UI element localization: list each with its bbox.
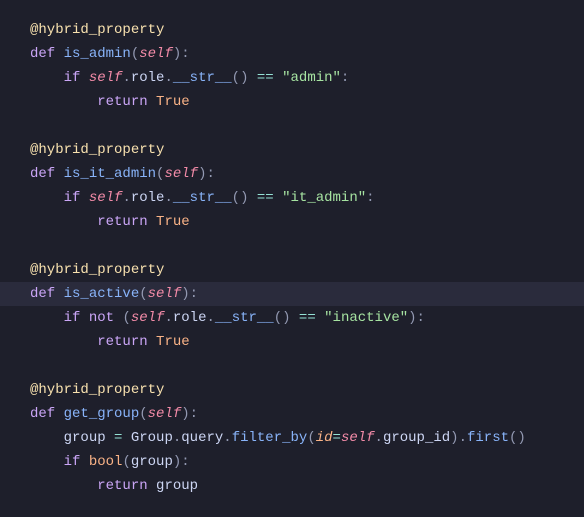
- code-line-highlighted: def is_active(self):: [0, 282, 584, 306]
- code-line: @hybrid_property: [30, 378, 584, 402]
- code-line: if bool(group):: [30, 450, 584, 474]
- code-line: group = Group.query.filter_by(id=self.gr…: [30, 426, 584, 450]
- code-line: if self.role.__str__() == "admin":: [30, 66, 584, 90]
- blank-line: [30, 354, 584, 378]
- code-line: return True: [30, 210, 584, 234]
- code-line: @hybrid_property: [30, 18, 584, 42]
- code-line: @hybrid_property: [30, 258, 584, 282]
- code-line: def is_admin(self):: [30, 42, 584, 66]
- blank-line: [30, 114, 584, 138]
- code-line: return True: [30, 330, 584, 354]
- code-line: return True: [30, 90, 584, 114]
- code-line: return group: [30, 474, 584, 498]
- code-line: def is_it_admin(self):: [30, 162, 584, 186]
- bool-builtin: bool: [89, 454, 123, 470]
- decorator: @hybrid_property: [30, 22, 164, 38]
- code-editor[interactable]: @hybrid_property def is_admin(self): if …: [0, 0, 584, 498]
- blank-line: [30, 234, 584, 258]
- code-line: def get_group(self):: [30, 402, 584, 426]
- code-line: if self.role.__str__() == "it_admin":: [30, 186, 584, 210]
- code-line: if not (self.role.__str__() == "inactive…: [30, 306, 584, 330]
- code-line: @hybrid_property: [30, 138, 584, 162]
